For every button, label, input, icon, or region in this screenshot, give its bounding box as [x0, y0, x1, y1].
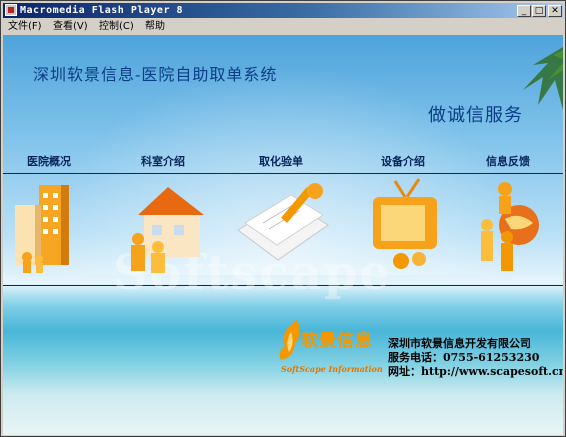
system-title: 深圳软景信息-医院自助取单系统	[33, 65, 278, 84]
nav-lab-results-label[interactable]: 取化验单	[259, 153, 303, 169]
nav-divider-top	[3, 173, 563, 174]
window-title: Macromedia Flash Player 8	[20, 5, 184, 16]
company-info: 深圳市软景信息开发有限公司 服务电话：0755-61253230 网址：http…	[388, 337, 563, 379]
flash-app-icon	[5, 4, 17, 16]
menu-bar: 文件(F) 查看(V) 控制(C) 帮助	[3, 19, 563, 35]
flash-content: 深圳软景信息-医院自助取单系统 做诚信服务 Softscape 医院概况 科室介…	[3, 35, 563, 435]
house-people-icon[interactable]	[118, 175, 208, 275]
nav-departments-label[interactable]: 科室介绍	[141, 153, 185, 169]
menu-control[interactable]: 控制(C)	[99, 20, 134, 34]
close-button[interactable]: ✕	[548, 5, 562, 17]
nav-feedback-label[interactable]: 信息反馈	[486, 153, 530, 169]
logo-subtitle: SoftScape Information	[281, 364, 383, 374]
maximize-button[interactable]: □	[532, 5, 546, 17]
title-bar[interactable]: Macromedia Flash Player 8 _ □ ✕	[3, 3, 563, 18]
menu-file[interactable]: 文件(F)	[8, 20, 42, 34]
company-name: 深圳市软景信息开发有限公司	[388, 337, 531, 350]
menu-help[interactable]: 帮助	[145, 20, 165, 34]
tv-equipment-icon[interactable]	[365, 175, 445, 275]
flash-player-window: Macromedia Flash Player 8 _ □ ✕ 文件(F) 查看…	[0, 0, 566, 437]
hospital-buildings-icon[interactable]	[9, 175, 79, 275]
nav-hospital-overview-label[interactable]: 医院概况	[27, 153, 71, 169]
minimize-button[interactable]: _	[517, 5, 531, 17]
nav-equipment-label[interactable]: 设备介绍	[381, 153, 425, 169]
company-website[interactable]: 网址：http://www.scapesoft.cn	[388, 365, 563, 379]
slogan: 做诚信服务	[428, 105, 523, 126]
globe-people-icon[interactable]	[473, 175, 553, 275]
documents-pen-icon[interactable]	[233, 175, 333, 265]
logo-text: 软景信息	[301, 331, 373, 351]
company-phone: 服务电话：0755-61253230	[388, 351, 540, 364]
menu-view[interactable]: 查看(V)	[53, 20, 88, 34]
softscape-logo: 软景信息 SoftScape Information	[275, 318, 385, 380]
